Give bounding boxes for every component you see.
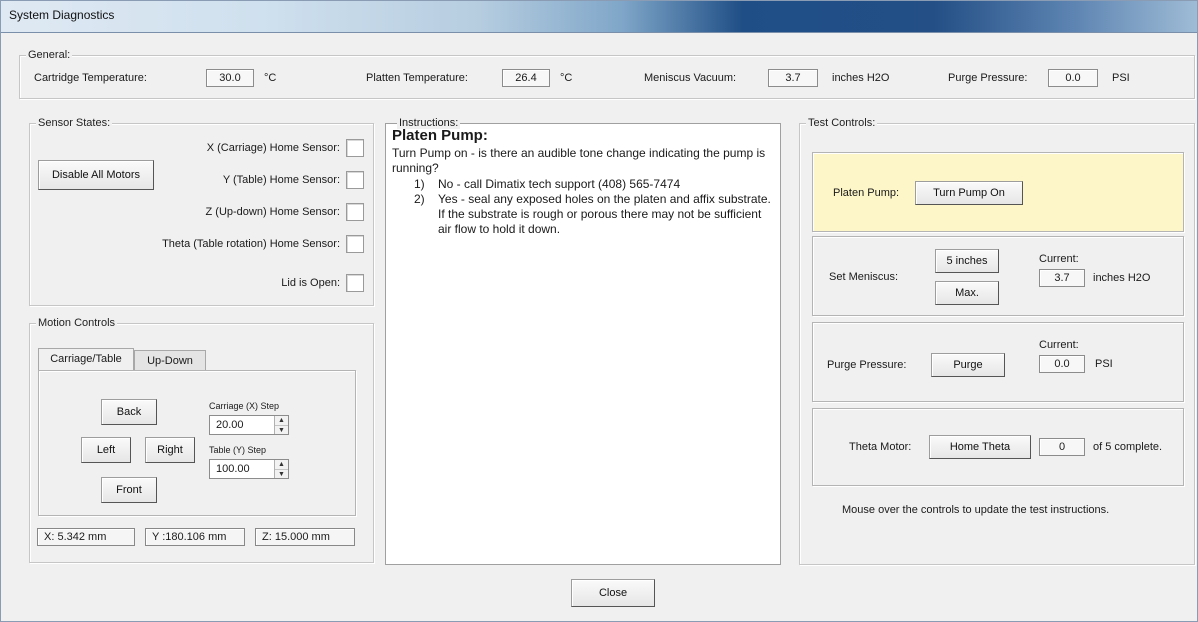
test-controls-group: Test Controls: Platen Pump: Turn Pump On… (799, 117, 1195, 565)
sensor-states-legend: Sensor States: (36, 117, 113, 129)
sensor-states-group: Sensor States: Disable All Motors X (Car… (29, 117, 374, 306)
general-group: General: Cartridge Temperature: 30.0 °C … (19, 49, 1195, 99)
lid-open-indicator (346, 274, 364, 292)
spin-down-icon[interactable]: ▼ (275, 425, 288, 434)
carriage-step-value: 20.00 (216, 419, 244, 431)
y-position-readout: Y :180.106 mm (145, 528, 245, 546)
z-home-sensor-indicator (346, 203, 364, 221)
x-position-readout: X: 5.342 mm (37, 528, 135, 546)
front-button[interactable]: Front (101, 477, 157, 503)
table-step-spinner[interactable]: 100.00 ▲ ▼ (209, 459, 289, 479)
instructions-legend: Instructions: (397, 117, 461, 129)
carriage-step-spinner[interactable]: 20.00 ▲ ▼ (209, 415, 289, 435)
general-legend: General: (26, 49, 73, 61)
motion-controls-group: Motion Controls Carriage/Table Up-Down B… (29, 317, 374, 563)
instructions-panel: Platen Pump: Turn Pump on - is there an … (385, 123, 781, 565)
right-button[interactable]: Right (145, 437, 195, 463)
test-controls-hint: Mouse over the controls to update the te… (842, 504, 1110, 516)
carriage-table-tab-panel: Back Left Right Front Carriage (X) Step … (38, 370, 356, 516)
meniscus-max-button[interactable]: Max. (935, 281, 999, 305)
back-button[interactable]: Back (101, 399, 157, 425)
y-home-sensor-label: Y (Table) Home Sensor: (222, 174, 340, 186)
carriage-step-arrows[interactable]: ▲ ▼ (274, 416, 288, 434)
instruction-text: Yes - seal any exposed holes on the plat… (438, 192, 771, 236)
tab-up-down[interactable]: Up-Down (134, 350, 206, 370)
x-home-sensor-indicator (346, 139, 364, 157)
theta-home-sensor-indicator (346, 235, 364, 253)
spin-down-icon[interactable]: ▼ (275, 469, 288, 478)
disable-all-motors-button[interactable]: Disable All Motors (38, 160, 154, 190)
test-controls-legend: Test Controls: (806, 117, 878, 129)
platen-pump-label: Platen Pump: (833, 187, 900, 199)
close-button[interactable]: Close (571, 579, 655, 607)
z-position-readout: Z: 15.000 mm (255, 528, 355, 546)
meniscus-current-unit: inches H2O (1093, 272, 1151, 284)
purge-pressure-test-label: Purge Pressure: (827, 359, 907, 371)
purge-button[interactable]: Purge (931, 353, 1005, 377)
purge-current-label: Current: (1039, 339, 1079, 351)
purge-pressure-label: Purge Pressure: (948, 72, 1028, 84)
meniscus-5-inches-button[interactable]: 5 inches (935, 249, 999, 273)
table-step-value: 100.00 (216, 463, 250, 475)
home-theta-button[interactable]: Home Theta (929, 435, 1031, 459)
x-home-sensor-label: X (Carriage) Home Sensor: (206, 142, 340, 154)
system-diagnostics-window: System Diagnostics General: Cartridge Te… (0, 0, 1198, 622)
cartridge-temp-label: Cartridge Temperature: (34, 72, 147, 84)
purge-pressure-value: 0.0 (1048, 69, 1098, 87)
theta-home-sensor-label: Theta (Table rotation) Home Sensor: (162, 238, 340, 250)
instruction-text: No - call Dimatix tech support (408) 565… (438, 177, 681, 191)
title-bar[interactable]: System Diagnostics (1, 1, 1197, 33)
meniscus-current-label: Current: (1039, 253, 1079, 265)
turn-pump-on-button[interactable]: Turn Pump On (915, 181, 1023, 205)
table-step-arrows[interactable]: ▲ ▼ (274, 460, 288, 478)
instruction-number: 2) (414, 192, 425, 206)
window-title: System Diagnostics (9, 8, 115, 22)
platen-pump-panel: Platen Pump: Turn Pump On (812, 152, 1184, 232)
meniscus-current-value: 3.7 (1039, 269, 1085, 287)
cartridge-temp-value: 30.0 (206, 69, 254, 87)
left-button[interactable]: Left (81, 437, 131, 463)
motion-controls-legend: Motion Controls (36, 317, 118, 329)
instructions-intro: Turn Pump on - is there an audible tone … (392, 146, 766, 175)
set-meniscus-panel: Set Meniscus: 5 inches Max. Current: 3.7… (812, 236, 1184, 316)
instruction-number: 1) (414, 177, 425, 191)
purge-current-value: 0.0 (1039, 355, 1085, 373)
table-step-label: Table (Y) Step (209, 445, 267, 455)
lid-open-label: Lid is Open: (281, 277, 340, 289)
set-meniscus-label: Set Meniscus: (829, 271, 899, 283)
tab-carriage-table[interactable]: Carriage/Table (38, 348, 134, 370)
purge-pressure-unit: PSI (1112, 72, 1130, 84)
meniscus-vacuum-value: 3.7 (768, 69, 818, 87)
theta-progress-label: of 5 complete. (1093, 441, 1163, 453)
meniscus-vacuum-label: Meniscus Vacuum: (644, 72, 737, 84)
purge-current-unit: PSI (1095, 358, 1113, 370)
meniscus-vacuum-unit: inches H2O (832, 72, 890, 84)
y-home-sensor-indicator (346, 171, 364, 189)
cartridge-temp-unit: °C (264, 72, 277, 84)
spin-up-icon[interactable]: ▲ (275, 416, 288, 425)
platen-temp-value: 26.4 (502, 69, 550, 87)
z-home-sensor-label: Z (Up-down) Home Sensor: (205, 206, 341, 218)
platen-temp-label: Platten Temperature: (366, 72, 468, 84)
purge-panel: Purge Pressure: Purge Current: 0.0 PSI (812, 322, 1184, 402)
theta-progress-count: 0 (1039, 438, 1085, 456)
carriage-step-label: Carriage (X) Step (209, 401, 280, 411)
theta-motor-label: Theta Motor: (849, 441, 912, 453)
spin-up-icon[interactable]: ▲ (275, 460, 288, 469)
window-client-area: General: Cartridge Temperature: 30.0 °C … (9, 33, 1195, 615)
instructions-heading: Platen Pump: (392, 127, 488, 144)
platen-temp-unit: °C (560, 72, 573, 84)
theta-motor-panel: Theta Motor: Home Theta 0 of 5 complete. (812, 408, 1184, 486)
